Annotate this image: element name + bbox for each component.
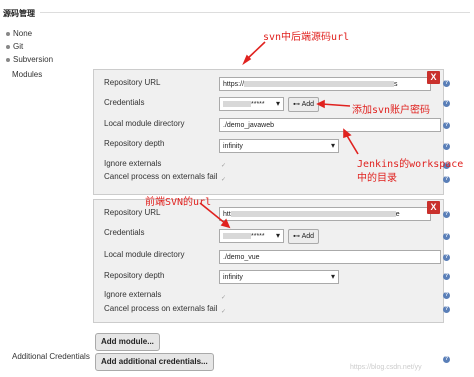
arrow-head	[343, 128, 352, 139]
arrow-head	[316, 99, 325, 109]
arrow-workspace	[345, 133, 359, 155]
annotation-workspace-line1: Jenkins的workspace	[357, 159, 464, 170]
annotation-backend-url: svn中后端源码url	[263, 32, 350, 43]
arrow-head	[242, 54, 252, 66]
annotation-workspace-line2: 中的目录	[357, 173, 397, 184]
arrow-svn-account	[321, 103, 351, 107]
annotation-frontend-url: 前端SVN的url	[145, 197, 212, 208]
annotation-svn-account: 添加svn账户密码	[352, 105, 431, 116]
watermark: https://blog.csdn.net/yy	[350, 364, 422, 371]
annotation-arrows	[199, 41, 359, 229]
